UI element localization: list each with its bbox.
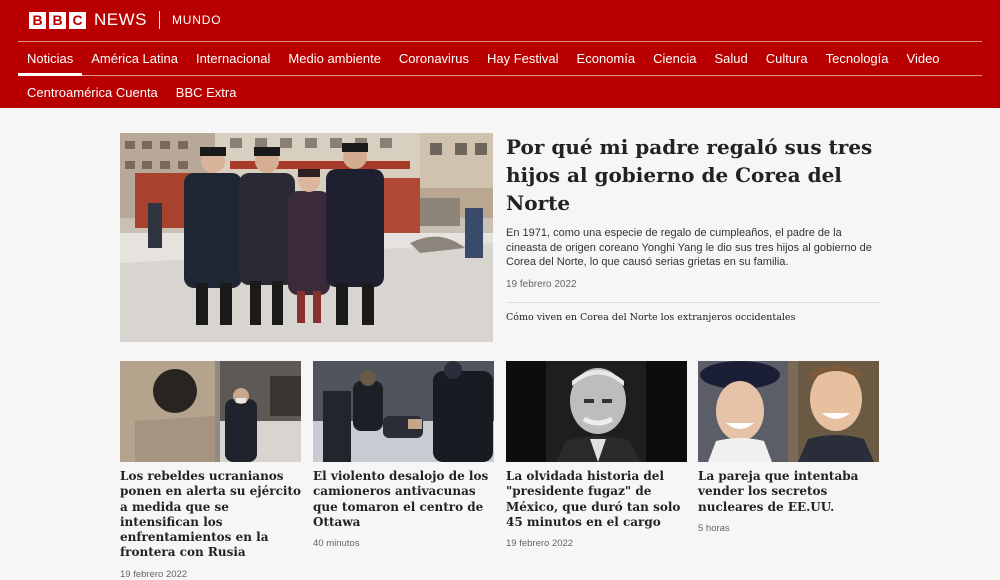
nav-item-tecnologia[interactable]: Tecnología <box>817 42 898 75</box>
story-timestamp: 19 febrero 2022 <box>506 538 574 550</box>
brand-news-word[interactable]: NEWS <box>94 10 147 30</box>
story-image[interactable] <box>506 361 687 462</box>
story-timestamp: 40 minutos <box>313 538 360 550</box>
brand-row: B B C NEWS MUNDO <box>0 0 1000 40</box>
nav-item-hay-festival[interactable]: Hay Festival <box>478 42 568 75</box>
story-headline[interactable]: La olvidada historia del "presidente fug… <box>506 469 687 530</box>
nav-item-cultura[interactable]: Cultura <box>757 42 817 75</box>
nav-item-medio-ambiente[interactable]: Medio ambiente <box>279 42 390 75</box>
top-story: Por qué mi padre regaló sus tres hijos a… <box>120 133 880 343</box>
story-timestamp: 19 febrero 2022 <box>120 568 188 580</box>
primary-nav: Noticias América Latina Internacional Me… <box>18 42 949 76</box>
top-story-text: Por qué mi padre regaló sus tres hijos a… <box>506 133 880 323</box>
story-headline[interactable]: El violento desalojo de los camioneros a… <box>313 469 494 530</box>
nav-item-noticias[interactable]: Noticias <box>18 42 83 76</box>
story-image[interactable] <box>120 361 301 462</box>
bbc-logo-block: B <box>29 11 46 29</box>
top-story-date: 19 febrero 2022 <box>506 278 577 290</box>
top-story-summary: En 1971, como una especie de regalo de c… <box>506 227 872 268</box>
brand-separator <box>159 11 160 29</box>
nav-item-america-latina[interactable]: América Latina <box>82 42 187 75</box>
story-card: La olvidada historia del "presidente fug… <box>506 361 687 549</box>
secondary-nav: Centroamérica Cuenta BBC Extra <box>18 76 245 108</box>
story-card: La pareja que intentaba vender los secre… <box>698 361 879 534</box>
masthead: B B C NEWS MUNDO Noticias América Latina… <box>0 0 1000 108</box>
nav-item-coronavirus[interactable]: Coronavirus <box>390 42 478 75</box>
nav-item-economia[interactable]: Economía <box>568 42 645 75</box>
service-name[interactable]: MUNDO <box>172 13 221 27</box>
nav-item-centroamerica-cuenta[interactable]: Centroamérica Cuenta <box>18 76 167 108</box>
bbc-logo-block: C <box>69 11 86 29</box>
top-story-divider <box>506 301 880 303</box>
nav-item-ciencia[interactable]: Ciencia <box>644 42 705 75</box>
nav-item-internacional[interactable]: Internacional <box>187 42 279 75</box>
story-headline[interactable]: Los rebeldes ucranianos ponen en alerta … <box>120 469 301 561</box>
story-timestamp: 5 horas <box>698 522 730 534</box>
bbc-logo-block: B <box>49 11 66 29</box>
nav-item-video[interactable]: Video <box>898 42 949 75</box>
top-story-headline[interactable]: Por qué mi padre regaló sus tres hijos a… <box>506 133 880 217</box>
top-story-image[interactable] <box>120 133 493 342</box>
story-image[interactable] <box>698 361 879 462</box>
story-headline[interactable]: La pareja que intentaba vender los secre… <box>698 469 879 515</box>
related-story-link[interactable]: Cómo viven en Corea del Norte los extran… <box>506 312 880 323</box>
nav-item-bbc-extra[interactable]: BBC Extra <box>167 76 246 108</box>
story-image[interactable] <box>313 361 494 462</box>
story-card: El violento desalojo de los camioneros a… <box>313 361 494 549</box>
bbc-logo[interactable]: B B C <box>29 11 86 29</box>
story-card: Los rebeldes ucranianos ponen en alerta … <box>120 361 301 580</box>
nav-item-salud[interactable]: Salud <box>705 42 756 75</box>
